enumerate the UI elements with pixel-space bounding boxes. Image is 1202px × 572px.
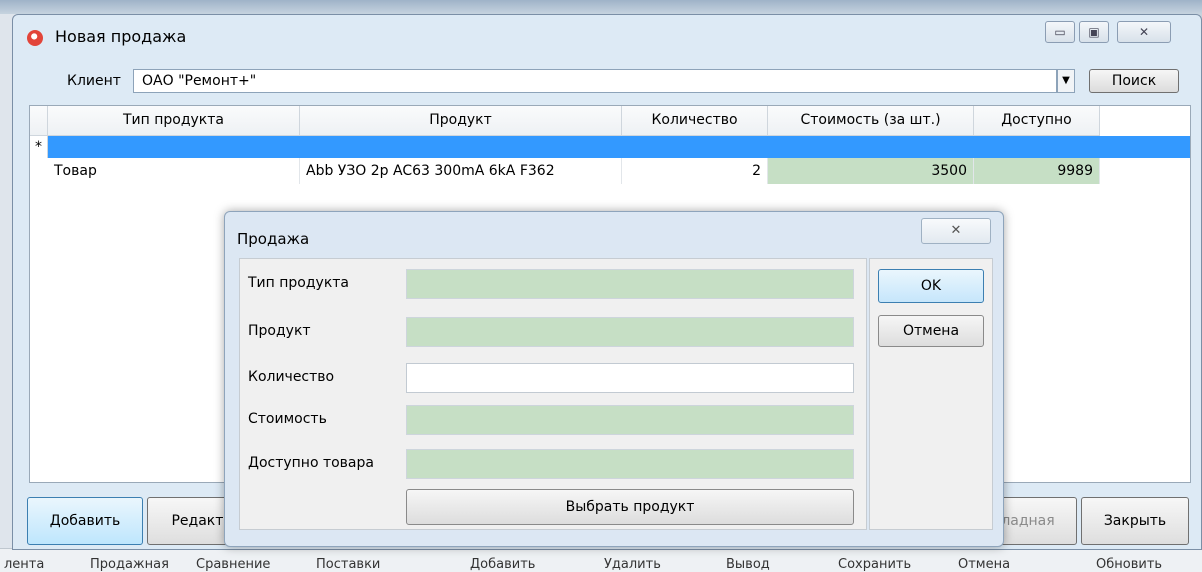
dialog-actions: OK Отмена — [869, 258, 993, 530]
cell-product-type[interactable]: Товар — [48, 158, 300, 184]
client-row: Клиент ОАО "Ремонт+" ▼ Поиск — [23, 67, 1193, 97]
client-value: ОАО "Ремонт+" — [142, 73, 257, 89]
maximize-button[interactable]: ▣ — [1079, 21, 1109, 43]
column-header-price[interactable]: Стоимость (за шт.) — [768, 106, 974, 136]
background-menu-item: Продажная — [90, 557, 169, 572]
new-row-marker: * — [30, 136, 48, 158]
background-menu-item: Добавить — [470, 557, 536, 572]
dialog-title: Продажа — [237, 230, 310, 248]
chevron-down-icon[interactable]: ▼ — [1057, 69, 1075, 93]
cancel-button[interactable]: Отмена — [878, 315, 984, 347]
add-button[interactable]: Добавить — [27, 497, 143, 545]
close-button[interactable]: Закрыть — [1081, 497, 1189, 545]
window-close-button[interactable]: ✕ — [1117, 21, 1171, 43]
background-menu-item: Поставки — [316, 557, 381, 572]
product-label: Продукт — [248, 323, 311, 339]
app-icon — [27, 30, 43, 46]
available-label: Доступно товара — [248, 455, 374, 471]
column-header-product-type[interactable]: Тип продукта — [48, 106, 300, 136]
available-field[interactable] — [406, 449, 854, 479]
background-app-toolbar — [0, 0, 1202, 14]
product-field[interactable] — [406, 317, 854, 347]
client-label: Клиент — [67, 73, 121, 89]
quantity-field[interactable] — [406, 363, 854, 393]
quantity-label: Количество — [248, 369, 335, 385]
column-header-available[interactable]: Доступно — [974, 106, 1100, 136]
client-combobox[interactable]: ОАО "Ремонт+" — [133, 69, 1057, 93]
background-menu-item: Вывод — [726, 557, 770, 572]
window-title: Новая продажа — [55, 27, 187, 46]
cell-quantity[interactable]: 2 — [622, 158, 768, 184]
price-field[interactable] — [406, 405, 854, 435]
price-label: Стоимость — [248, 411, 327, 427]
window-titlebar[interactable]: Новая продажа ▭ ▣ ✕ — [13, 15, 1201, 63]
minimize-button[interactable]: ▭ — [1045, 21, 1075, 43]
dialog-close-icon[interactable]: ✕ — [921, 218, 991, 244]
row-header-corner — [30, 106, 48, 136]
product-type-label: Тип продукта — [248, 275, 350, 291]
cell-available[interactable]: 9989 — [974, 158, 1100, 184]
sale-dialog: Продажа ✕ Тип продукта Продукт Количеств… — [224, 211, 1004, 547]
background-menu-item: лента — [4, 557, 45, 572]
background-menu-item: Сравнение — [196, 557, 271, 572]
search-button[interactable]: Поиск — [1089, 69, 1179, 93]
background-menu-item: Сохранить — [838, 557, 912, 572]
product-type-field[interactable] — [406, 269, 854, 299]
select-product-button[interactable]: Выбрать продукт — [406, 489, 854, 525]
dialog-form: Тип продукта Продукт Количество Стоимост… — [239, 258, 867, 530]
background-menu-item: Отмена — [958, 557, 1011, 572]
cell-product[interactable]: Abb УЗО 2p AC63 300mA 6kA F362 — [300, 158, 622, 184]
column-header-product[interactable]: Продукт — [300, 106, 622, 136]
new-row-selected[interactable] — [48, 136, 1190, 158]
background-menu-item: Удалить — [604, 557, 661, 572]
column-header-quantity[interactable]: Количество — [622, 106, 768, 136]
background-app-menu: лента Продажная Сравнение Поставки Добав… — [0, 548, 1202, 572]
ok-button[interactable]: OK — [878, 269, 984, 303]
cell-price[interactable]: 3500 — [768, 158, 974, 184]
background-menu-item: Обновить — [1096, 557, 1163, 572]
